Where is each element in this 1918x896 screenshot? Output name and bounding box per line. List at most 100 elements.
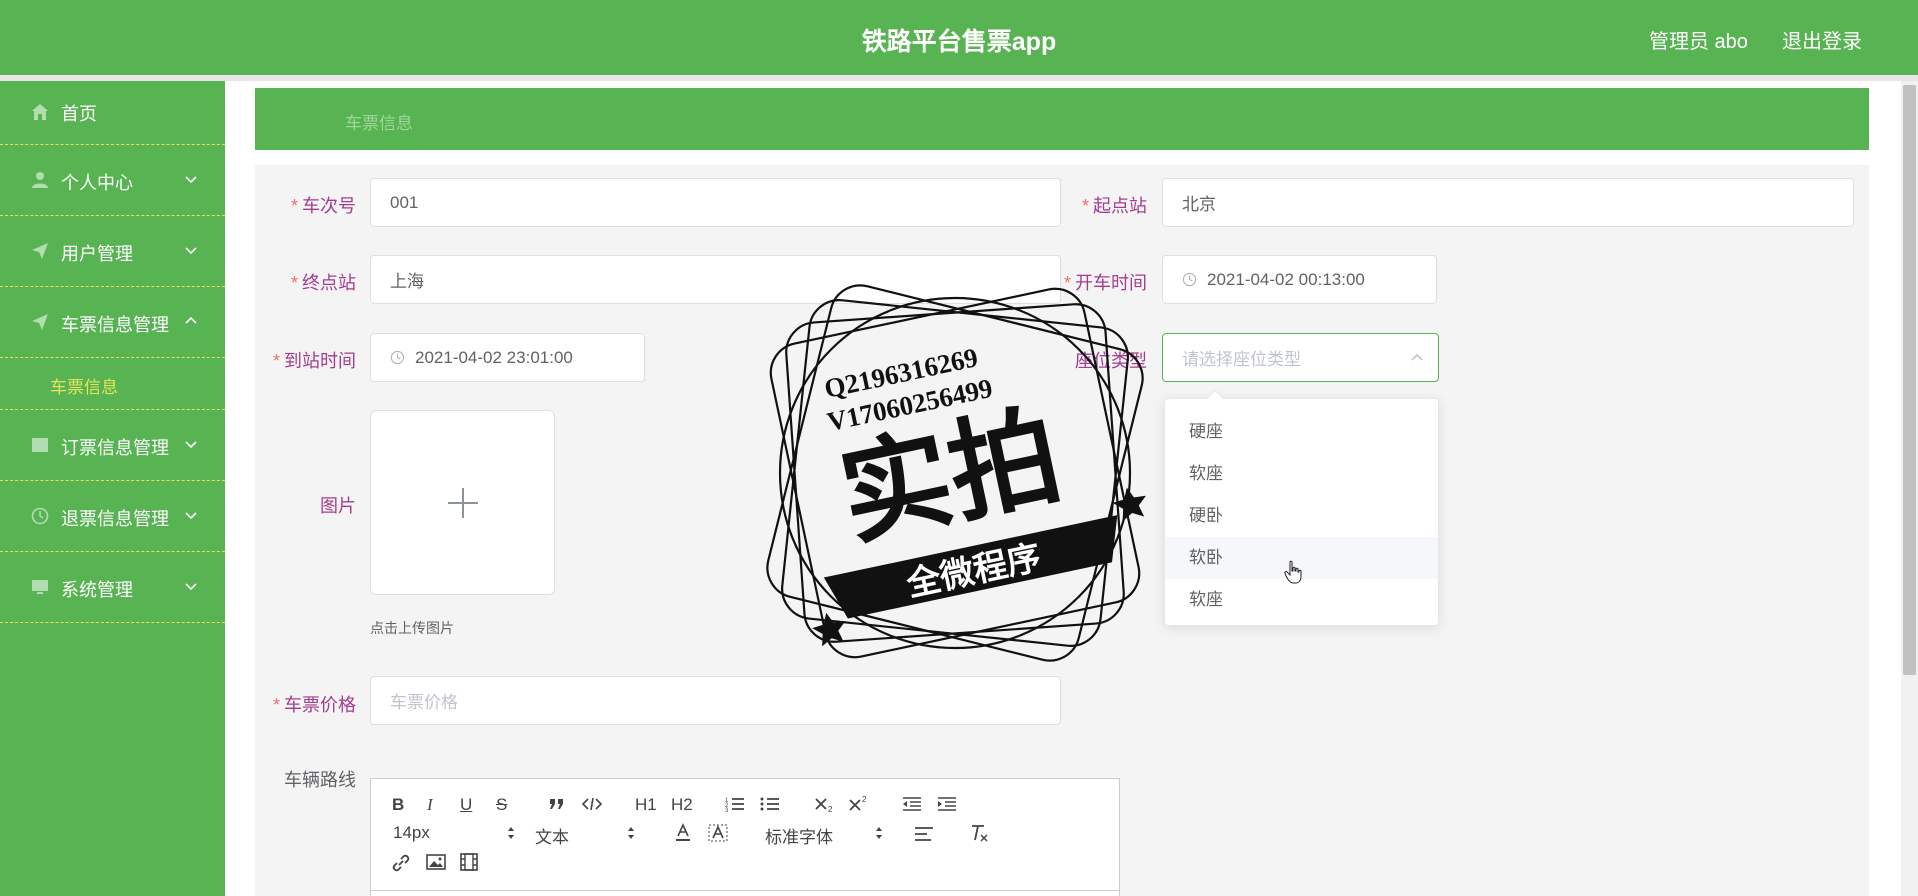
price-label: * 车票价格 (272, 695, 356, 715)
link-icon (392, 854, 410, 872)
text-type-select[interactable]: 文本 (535, 823, 634, 848)
superscript-icon: 2 (849, 795, 867, 811)
seat-option-hard-sleeper[interactable]: 硬卧 (1165, 495, 1438, 537)
sidebar-item-label: 个人中心 (61, 173, 133, 193)
updown-icon (508, 827, 514, 839)
seat-option-hard-seat[interactable]: 硬座 (1165, 411, 1438, 453)
end-station-label: * 终点站 (290, 273, 356, 293)
svg-text:3: 3 (725, 808, 729, 813)
link-button[interactable] (391, 853, 411, 873)
route-rich-text-editor: B I U S H1 H2 123 2 2 14px 文本 标准字体 (370, 778, 1120, 896)
svg-text:2: 2 (828, 805, 833, 813)
sidebar-menu: 首页 个人中心 用户管理 车票信息管理 车票信息 订票信息管理 退票信息管理 系… (0, 81, 225, 896)
clock-icon (31, 507, 49, 525)
image-label: 图片 (320, 496, 356, 516)
sidebar-item-label: 订票信息管理 (61, 438, 169, 458)
sidebar-item-label: 退票信息管理 (61, 509, 169, 529)
scrollbar-thumb[interactable] (1903, 85, 1916, 675)
sidebar-item-orders[interactable]: 订票信息管理 (0, 410, 225, 481)
bullet-list-icon (760, 797, 779, 811)
send-icon (32, 243, 48, 259)
sidebar-subitem-ticket-info[interactable]: 车票信息 (0, 358, 225, 410)
subscript-icon: 2 (815, 798, 833, 813)
pointer-cursor-icon (1284, 560, 1302, 584)
font-size-select[interactable]: 14px (393, 823, 514, 843)
bold-button[interactable]: B (392, 795, 404, 815)
arrive-time-value: 2021-04-02 23:01:00 (415, 347, 573, 367)
train-no-label: * 车次号 (290, 196, 356, 216)
font-color-button[interactable] (674, 823, 692, 843)
blockquote-button[interactable] (548, 795, 566, 813)
indent-button[interactable] (937, 795, 957, 813)
h2-button[interactable]: H2 (671, 795, 693, 815)
subscript-button[interactable]: 2 (815, 795, 835, 813)
sidebar-item-label: 车票信息管理 (61, 315, 169, 335)
sidebar-item-users[interactable]: 用户管理 (0, 216, 225, 287)
clock-icon (1182, 272, 1197, 287)
text-type-value: 文本 (535, 828, 569, 847)
breadcrumb: 车票信息 (255, 88, 1869, 150)
arrive-time-picker[interactable]: 2021-04-02 23:01:00 (370, 333, 645, 382)
background-color-icon (708, 824, 728, 842)
watermark-stamp: Q2196316269 V17060256499 实拍 全微程序 (766, 284, 1146, 662)
seat-type-select[interactable]: 请选择座位类型 (1162, 333, 1439, 382)
font-family-select[interactable]: 标准字体 (765, 823, 882, 848)
align-button[interactable] (914, 825, 934, 843)
chevron-down-icon (185, 512, 197, 520)
clock-icon (390, 350, 405, 365)
clear-format-icon (972, 825, 988, 842)
ordered-list-icon: 123 (725, 798, 744, 813)
seat-type-placeholder: 请选择座位类型 (1182, 350, 1301, 369)
font-family-value: 标准字体 (765, 828, 833, 847)
video-icon (460, 853, 478, 871)
route-label: 车辆路线 (284, 770, 356, 790)
h1-button[interactable]: H1 (635, 795, 657, 815)
video-insert-button[interactable] (460, 853, 478, 871)
updown-icon (628, 827, 634, 839)
image-insert-button[interactable] (426, 853, 446, 871)
chevron-up-icon (185, 316, 197, 324)
page-scrollbar[interactable] (1901, 81, 1918, 896)
italic-button[interactable]: I (427, 795, 433, 815)
home-icon (32, 104, 48, 120)
clear-format-button[interactable] (969, 823, 989, 843)
superscript-button[interactable]: 2 (849, 795, 869, 813)
ordered-list-button[interactable]: 123 (725, 795, 745, 813)
seat-option-soft-seat-2[interactable]: 软座 (1165, 579, 1438, 621)
start-station-label: * 起点站 (1081, 196, 1147, 216)
sidebar-subitem-label: 车票信息 (50, 378, 118, 397)
arrive-time-label: * 到站时间 (272, 351, 356, 371)
upload-tip: 点击上传图片 (370, 620, 454, 636)
underline-button[interactable]: U (460, 795, 472, 815)
logout-link[interactable]: 退出登录 (1782, 25, 1862, 54)
monitor-icon (32, 580, 48, 594)
editor-toolbar-divider (371, 890, 1119, 891)
background-color-button[interactable] (708, 823, 728, 843)
app-title: 铁路平台售票app (861, 28, 1057, 56)
chevron-down-icon (185, 441, 197, 449)
outdent-button[interactable] (902, 795, 922, 813)
font-color-icon (676, 823, 690, 841)
train-no-input[interactable]: 001 (370, 178, 1061, 227)
sidebar-item-label: 用户管理 (61, 244, 133, 264)
sidebar-item-profile[interactable]: 个人中心 (0, 145, 225, 216)
start-station-input[interactable]: 北京 (1162, 178, 1854, 227)
seat-option-soft-seat[interactable]: 软座 (1165, 453, 1438, 495)
sidebar-item-home[interactable]: 首页 (0, 81, 225, 145)
seat-type-dropdown: 硬座 软座 硬卧 软卧 软座 (1164, 389, 1439, 626)
code-block-button[interactable] (582, 795, 602, 813)
updown-icon (876, 827, 882, 839)
depart-time-picker[interactable]: 2021-04-02 00:13:00 (1162, 255, 1437, 304)
outdent-icon (903, 797, 921, 811)
admin-user-label: 管理员 abo (1649, 31, 1748, 53)
sidebar-item-tickets[interactable]: 车票信息管理 (0, 287, 225, 358)
top-header: 铁路平台售票app 管理员 abo 退出登录 (0, 0, 1918, 75)
strike-button[interactable]: S (496, 795, 507, 815)
bullet-list-button[interactable] (760, 795, 780, 813)
indent-icon (938, 797, 956, 811)
sidebar-item-system[interactable]: 系统管理 (0, 552, 225, 623)
chevron-down-icon (185, 583, 197, 591)
user-icon (32, 172, 48, 188)
image-upload-button[interactable] (370, 410, 555, 595)
sidebar-item-refunds[interactable]: 退票信息管理 (0, 481, 225, 552)
